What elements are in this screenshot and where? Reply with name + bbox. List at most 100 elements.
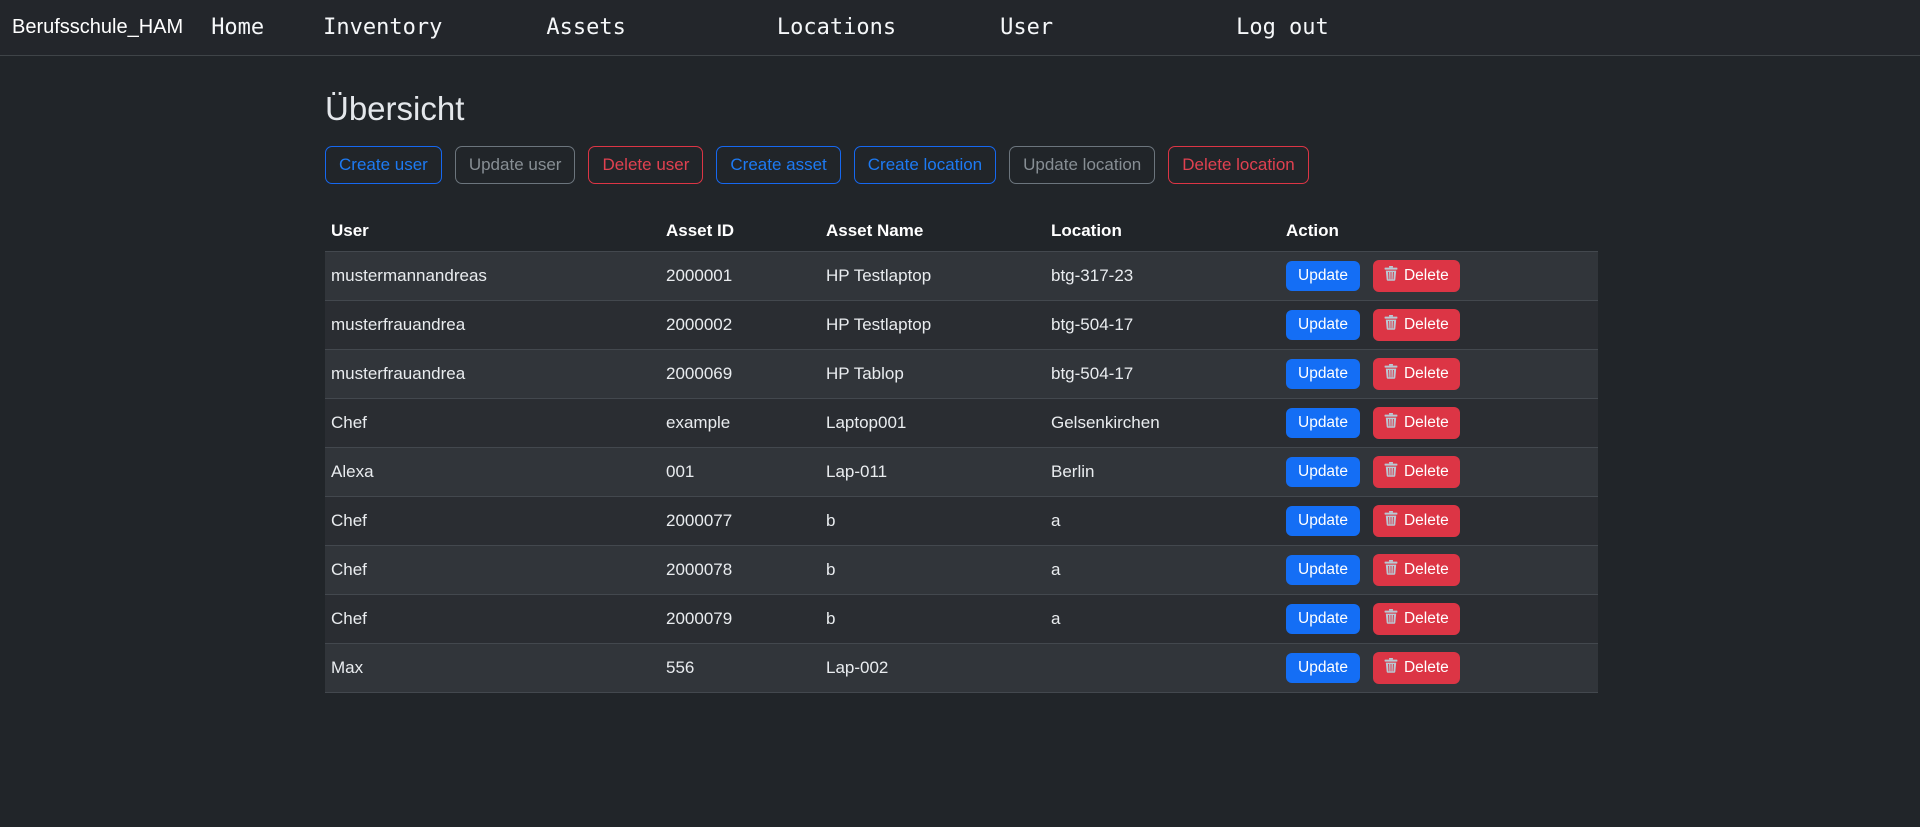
navbar-item: Home: [211, 15, 264, 40]
cell-location: btg-504-17: [1045, 301, 1280, 350]
cell-asset-name: HP Testlaptop: [820, 252, 1045, 301]
delete-row-button[interactable]: Delete: [1373, 407, 1460, 439]
update-row-button[interactable]: Update: [1286, 310, 1360, 340]
navbar-item: Inventory: [323, 15, 442, 40]
navbar-link[interactable]: Log out: [1236, 15, 1329, 40]
cell-asset-name: HP Testlaptop: [820, 301, 1045, 350]
delete-button-label: Delete: [1404, 414, 1449, 432]
cell-user: Chef: [325, 546, 660, 595]
delete-row-button[interactable]: Delete: [1373, 603, 1460, 635]
cell-asset-id: 001: [660, 448, 820, 497]
cell-user: Chef: [325, 497, 660, 546]
cell-asset-name: b: [820, 595, 1045, 644]
navbar-link[interactable]: User: [1000, 15, 1053, 40]
cell-action: Update: [1280, 497, 1598, 546]
cell-location: [1045, 644, 1280, 693]
cell-location: a: [1045, 497, 1280, 546]
trash-icon: [1384, 609, 1398, 629]
toolbar-button[interactable]: Update location: [1009, 146, 1155, 184]
table-header: User Asset ID Asset Name Location Action: [325, 211, 1598, 252]
toolbar-button[interactable]: Create user: [325, 146, 442, 184]
cell-user: Max: [325, 644, 660, 693]
cell-asset-name: b: [820, 546, 1045, 595]
cell-user: mustermannandreas: [325, 252, 660, 301]
cell-asset-id: 556: [660, 644, 820, 693]
navbar-links: Home Inventory Assets Locations User Log…: [183, 15, 1329, 40]
update-row-button[interactable]: Update: [1286, 359, 1360, 389]
cell-user: musterfrauandrea: [325, 350, 660, 399]
navbar-link[interactable]: Inventory: [323, 15, 442, 40]
toolbar-button[interactable]: Delete user: [588, 146, 703, 184]
update-row-button[interactable]: Update: [1286, 506, 1360, 536]
toolbar-button[interactable]: Create location: [854, 146, 996, 184]
trash-icon: [1384, 364, 1398, 384]
table-row: musterfrauandrea 2000002 HP Testlaptop b…: [325, 301, 1598, 350]
toolbar-button[interactable]: Update user: [455, 146, 576, 184]
trash-icon: [1384, 413, 1398, 433]
crud-toolbar: Create user Update user Delete user Crea…: [325, 146, 1598, 184]
cell-action: Update: [1280, 546, 1598, 595]
cell-asset-name: Lap-002: [820, 644, 1045, 693]
delete-row-button[interactable]: Delete: [1373, 505, 1460, 537]
table-row: Max 556 Lap-002 Update: [325, 644, 1598, 693]
cell-action: Update: [1280, 595, 1598, 644]
update-row-button[interactable]: Update: [1286, 555, 1360, 585]
delete-row-button[interactable]: Delete: [1373, 358, 1460, 390]
cell-asset-id: 2000069: [660, 350, 820, 399]
cell-asset-id: 2000001: [660, 252, 820, 301]
toolbar-button[interactable]: Delete location: [1168, 146, 1308, 184]
cell-asset-name: Lap-011: [820, 448, 1045, 497]
cell-location: Berlin: [1045, 448, 1280, 497]
cell-user: musterfrauandrea: [325, 301, 660, 350]
cell-location: btg-504-17: [1045, 350, 1280, 399]
cell-user: Alexa: [325, 448, 660, 497]
update-row-button[interactable]: Update: [1286, 408, 1360, 438]
delete-row-button[interactable]: Delete: [1373, 260, 1460, 292]
trash-icon: [1384, 511, 1398, 531]
cell-asset-id: 2000077: [660, 497, 820, 546]
navbar-brand[interactable]: Berufsschule_HAM: [12, 16, 183, 39]
column-header-location: Location: [1045, 211, 1280, 252]
update-row-button[interactable]: Update: [1286, 653, 1360, 683]
table-row: Chef 2000077 b a Update: [325, 497, 1598, 546]
column-header-user: User: [325, 211, 660, 252]
cell-asset-id: 2000002: [660, 301, 820, 350]
column-header-asset-id: Asset ID: [660, 211, 820, 252]
cell-location: btg-317-23: [1045, 252, 1280, 301]
navbar-item: User: [1000, 15, 1053, 40]
toolbar-button[interactable]: Create asset: [716, 146, 840, 184]
delete-button-label: Delete: [1404, 512, 1449, 530]
cell-action: Update: [1280, 301, 1598, 350]
main-content: Übersicht Create user Update user Delete…: [325, 90, 1598, 693]
update-row-button[interactable]: Update: [1286, 604, 1360, 634]
delete-button-label: Delete: [1404, 365, 1449, 383]
cell-location: a: [1045, 546, 1280, 595]
delete-row-button[interactable]: Delete: [1373, 554, 1460, 586]
table-row: Chef 2000078 b a Update: [325, 546, 1598, 595]
delete-row-button[interactable]: Delete: [1373, 309, 1460, 341]
navbar-item: Log out: [1236, 15, 1329, 40]
delete-button-label: Delete: [1404, 267, 1449, 285]
delete-row-button[interactable]: Delete: [1373, 652, 1460, 684]
cell-asset-id: example: [660, 399, 820, 448]
assets-table: User Asset ID Asset Name Location Action…: [325, 211, 1598, 693]
column-header-action: Action: [1280, 211, 1598, 252]
cell-user: Chef: [325, 399, 660, 448]
delete-button-label: Delete: [1404, 561, 1449, 579]
cell-action: Update: [1280, 252, 1598, 301]
navbar-link[interactable]: Locations: [777, 15, 896, 40]
cell-asset-name: b: [820, 497, 1045, 546]
delete-button-label: Delete: [1404, 316, 1449, 334]
cell-asset-id: 2000079: [660, 595, 820, 644]
table-row: musterfrauandrea 2000069 HP Tablop btg-5…: [325, 350, 1598, 399]
update-row-button[interactable]: Update: [1286, 261, 1360, 291]
update-row-button[interactable]: Update: [1286, 457, 1360, 487]
cell-location: a: [1045, 595, 1280, 644]
column-header-asset-name: Asset Name: [820, 211, 1045, 252]
navbar-link[interactable]: Home: [211, 15, 264, 40]
navbar-item: Locations: [777, 15, 896, 40]
navbar-item: Assets: [546, 15, 625, 40]
navbar-link[interactable]: Assets: [546, 15, 625, 40]
delete-row-button[interactable]: Delete: [1373, 456, 1460, 488]
trash-icon: [1384, 560, 1398, 580]
